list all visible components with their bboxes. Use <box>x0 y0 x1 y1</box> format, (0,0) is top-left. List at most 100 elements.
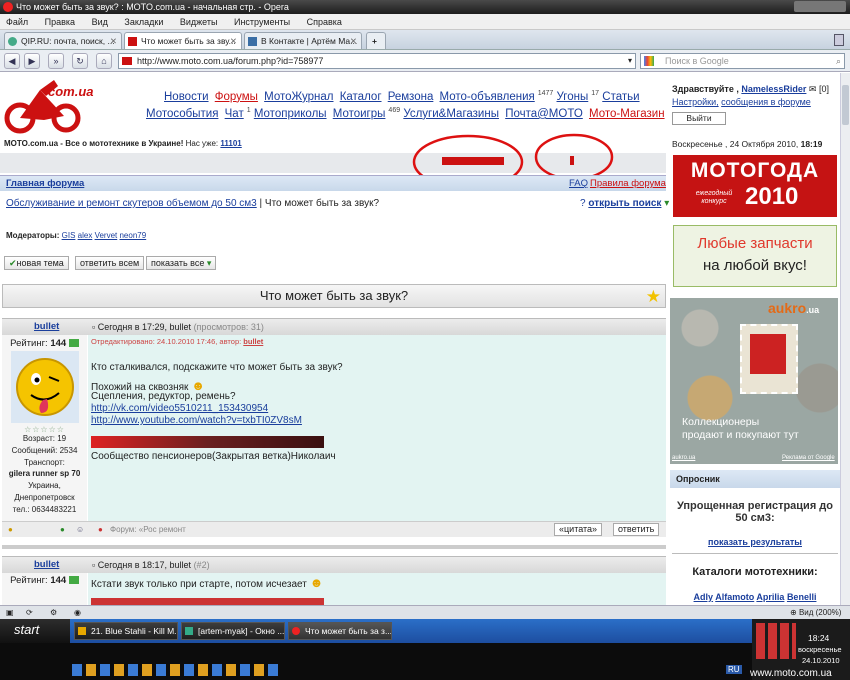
post-link-vk[interactable]: http://vk.com/video5510211_153430954 <box>91 403 268 414</box>
fast-forward-button[interactable]: » <box>48 53 64 69</box>
tab-qip[interactable]: QIP.RU: почта, поиск, ... ✕ <box>4 32 122 49</box>
speed-dial-icon[interactable]: ⚙ <box>50 606 57 619</box>
clock-date: 24.10.2010 <box>802 656 840 665</box>
profile-icon[interactable]: ☺ <box>76 522 84 537</box>
moderator-link[interactable]: alex <box>78 231 93 240</box>
tab-moto[interactable]: Что может быть за зву... ✕ <box>124 32 242 49</box>
mail-icon[interactable]: ✉ <box>809 84 817 94</box>
star-icon[interactable]: ★ <box>646 286 661 308</box>
moderator-link[interactable]: neon79 <box>119 231 146 240</box>
site-logo[interactable]: com.ua <box>4 76 94 134</box>
rules-link[interactable]: Правила форума <box>590 178 666 189</box>
nav-jokes[interactable]: Мотоприколы <box>254 108 327 120</box>
menu-bookmarks[interactable]: Закладки <box>124 17 163 27</box>
brand-link[interactable]: Alfamoto <box>715 592 754 602</box>
brand-link[interactable]: Benelli <box>787 592 817 602</box>
moderator-link[interactable]: Vervet <box>95 231 118 240</box>
nav-motojournal[interactable]: МотоЖурнал <box>264 91 333 103</box>
moderator-link[interactable]: GIS <box>62 231 76 240</box>
close-icon[interactable]: ✕ <box>230 33 237 49</box>
alert-icon[interactable]: ● <box>98 522 103 537</box>
new-tab-button[interactable]: + <box>366 32 386 49</box>
search-icon[interactable]: ⌕ <box>836 54 841 68</box>
settings-link[interactable]: Настройки, <box>672 97 719 107</box>
search-toggle-link[interactable]: открыть поиск <box>588 198 661 209</box>
online-count[interactable]: 11101 <box>220 139 241 148</box>
menu-widgets[interactable]: Виджеты <box>180 17 218 27</box>
dropdown-icon[interactable]: ▾ <box>628 54 632 68</box>
faq-link[interactable]: FAQ <box>569 178 588 189</box>
quote-button[interactable]: «цитата» <box>554 523 603 536</box>
quick-launch-icons[interactable] <box>72 664 282 676</box>
forward-button[interactable]: ▶ <box>24 53 40 69</box>
logout-button[interactable]: Выйти <box>672 112 726 125</box>
menu-help[interactable]: Справка <box>307 17 342 27</box>
nav-articles[interactable]: Статьи <box>602 91 639 103</box>
back-button[interactable]: ◀ <box>4 53 20 69</box>
close-icon[interactable]: ✕ <box>350 33 357 49</box>
signature-banner[interactable] <box>91 436 324 448</box>
ad-aukro[interactable]: aukro.ua Коллекционеры продают и покупаю… <box>670 298 838 464</box>
post-author[interactable]: bullet <box>34 319 59 335</box>
post-meta: ▫ Сегодня в 18:17, bullet (#2) <box>92 557 210 573</box>
address-input[interactable]: http://www.moto.com.ua/forum.php?id=7589… <box>118 53 636 69</box>
nav-news[interactable]: Новости <box>164 91 209 103</box>
zoom-control[interactable]: ⊕ Вид (200%) <box>790 606 841 619</box>
brand-link[interactable]: Aprilia <box>756 592 784 602</box>
nav-services[interactable]: Услуги&Магазины <box>403 108 499 120</box>
taskbar-item-opera[interactable]: Что может быть за з... <box>288 622 392 640</box>
nav-catalog[interactable]: Каталог <box>340 91 382 103</box>
nav-forums[interactable]: Форумы <box>215 91 258 103</box>
post-author[interactable]: bullet <box>34 557 59 573</box>
trash-icon[interactable] <box>834 34 844 46</box>
taskbar-item-music[interactable]: 21. Blue Stahli - Kill M... <box>74 622 178 640</box>
search-input[interactable]: Поиск в Google ⌕ <box>640 53 845 69</box>
scrollbar-thumb[interactable] <box>842 85 849 125</box>
edited-by[interactable]: bullet <box>243 337 263 346</box>
search-toggle[interactable]: ? открыть поиск ▾ <box>580 198 669 209</box>
breadcrumb-section[interactable]: Обслуживание и ремонт скутеров объемом д… <box>6 198 257 209</box>
forum-home-link[interactable]: Главная форума <box>6 178 84 189</box>
brand-link[interactable]: Adly <box>694 592 714 602</box>
tray-icons[interactable] <box>756 623 796 659</box>
nav-chat[interactable]: Чат <box>225 108 244 120</box>
ad-parts[interactable]: Любые запчасти на любой вкус! <box>673 225 837 287</box>
menu-file[interactable]: Файл <box>6 17 28 27</box>
aukro-url[interactable]: aukro.ua <box>672 455 695 461</box>
reply-all-button[interactable]: ответить всем <box>75 256 145 270</box>
window-controls[interactable] <box>794 1 846 12</box>
turbo-icon[interactable]: ◉ <box>74 606 81 619</box>
menu-view[interactable]: Вид <box>92 17 108 27</box>
signature-banner[interactable] <box>91 598 324 605</box>
new-topic-button[interactable]: ✔новая тема <box>4 256 69 270</box>
nav-games[interactable]: Мотоигры <box>333 108 386 120</box>
home-button[interactable]: ⌂ <box>96 53 112 69</box>
nav-shop[interactable]: Мото-Магазин <box>589 108 665 120</box>
close-icon[interactable]: ✕ <box>110 33 117 49</box>
username[interactable]: NamelessRider <box>741 84 806 94</box>
sync-icon[interactable]: ⟳ <box>26 606 33 619</box>
poll-results-link[interactable]: показать результаты <box>670 537 840 547</box>
nav-events[interactable]: Мотособытия <box>146 108 218 120</box>
start-button[interactable]: start <box>0 619 70 643</box>
reload-button[interactable]: ↻ <box>72 53 88 69</box>
panel-toggle-icon[interactable]: ▣ <box>6 606 14 619</box>
post-link-youtube[interactable]: http://www.youtube.com/watch?v=txbTI0ZV8… <box>91 415 302 426</box>
tab-vkontakte[interactable]: В Контакте | Артём Ма... ✕ <box>244 32 362 49</box>
reply-button[interactable]: ответить <box>613 523 660 536</box>
vertical-scrollbar[interactable] <box>840 73 850 605</box>
taskbar-item-chat[interactable]: [artem-myak] - Окно ... <box>181 622 285 640</box>
nav-mail[interactable]: Почта@МОТО <box>505 108 583 120</box>
menu-edit[interactable]: Правка <box>45 17 75 27</box>
nav-thefts[interactable]: Угоны <box>557 91 589 103</box>
nav-remzona[interactable]: Ремзона <box>388 91 434 103</box>
menu-tools[interactable]: Инструменты <box>234 17 290 27</box>
show-all-button[interactable]: показать все ▾ <box>146 256 217 270</box>
forum-messages-link[interactable]: сообщения в форуме <box>721 97 811 107</box>
language-indicator[interactable]: RU <box>726 665 742 674</box>
ads-by-google[interactable]: Реклама от Google <box>782 455 835 461</box>
nav-ads[interactable]: Мото-объявления <box>440 91 535 103</box>
avatar[interactable] <box>10 351 79 423</box>
bulb-icon[interactable]: ● <box>8 522 13 537</box>
ad-motogoda[interactable]: МОТОГОДА ежегодный конкурс 2010 <box>673 155 837 217</box>
